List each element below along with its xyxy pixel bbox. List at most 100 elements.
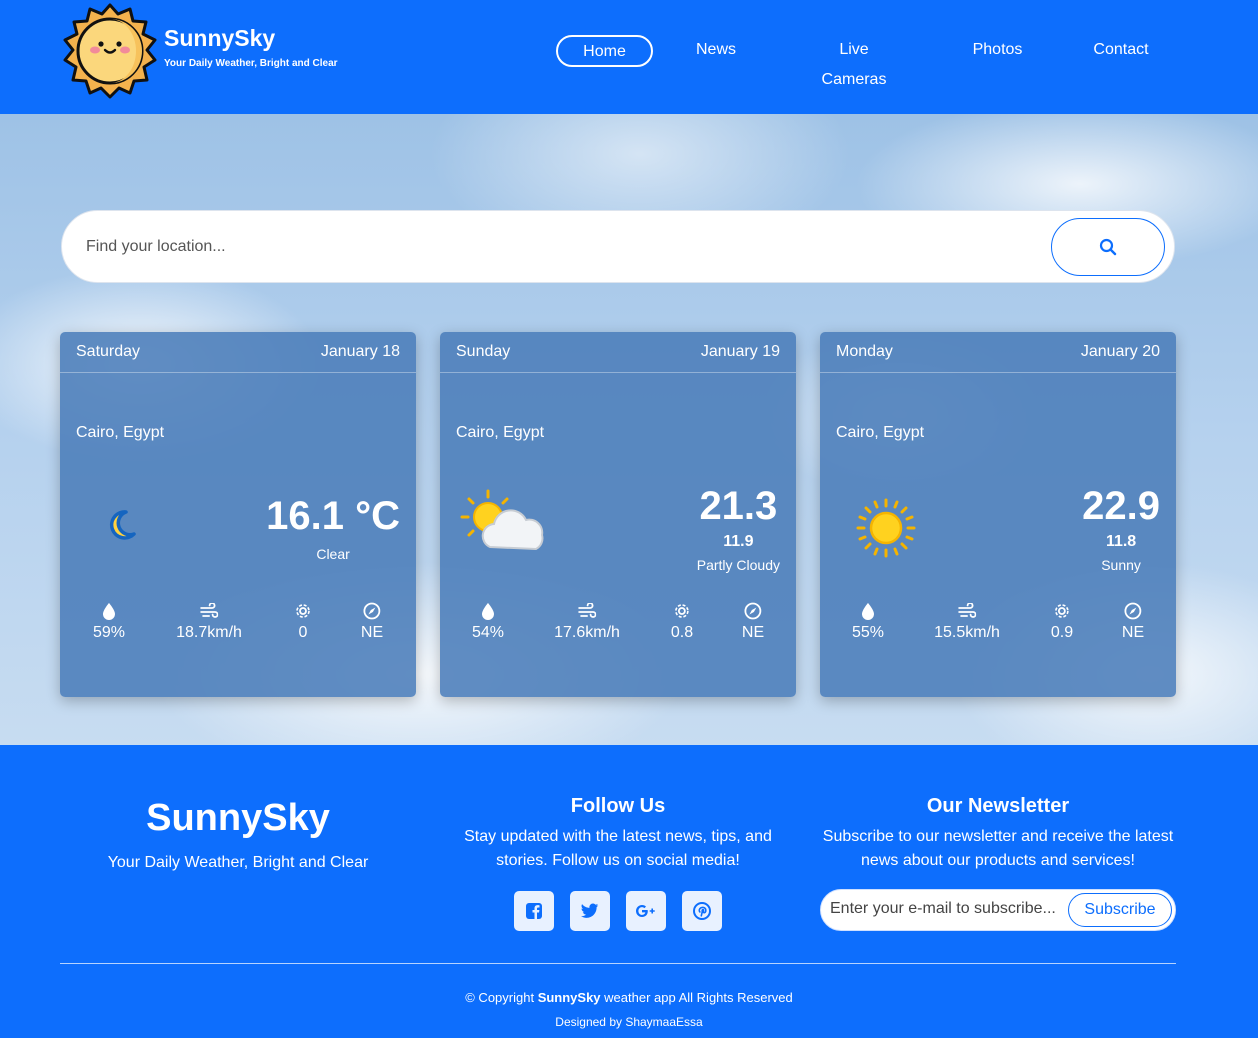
wind-value: 18.7km/h	[176, 624, 242, 641]
humidity-drop-icon	[103, 603, 115, 620]
temperature-block: 22.9 11.8 Sunny	[1082, 486, 1160, 573]
temperature: 16.1 °C	[266, 494, 400, 538]
card-day: Monday	[836, 343, 893, 360]
uv-value: 0	[298, 624, 308, 641]
search-button[interactable]	[1051, 218, 1165, 276]
card-header: Monday January 20	[820, 332, 1176, 373]
stat-humidity: 59%	[93, 601, 125, 642]
follow-text: Stay updated with the latest news, tips,…	[464, 828, 772, 869]
pinterest-button[interactable]	[682, 891, 722, 931]
sun-mascot-logo	[60, 2, 160, 102]
temperature: 21.3	[699, 484, 778, 528]
copyright-prefix: © Copyright	[465, 990, 538, 1005]
footer-newsletter: Our Newsletter Subscribe to our newslett…	[820, 795, 1176, 873]
wind-icon	[578, 603, 596, 618]
wind-icon	[958, 603, 976, 618]
card-day: Sunday	[456, 343, 511, 360]
facebook-button[interactable]	[514, 891, 554, 931]
forecast-card-saturday: Saturday January 18 Cairo, Egypt 16.1 °C…	[60, 332, 416, 697]
compass-icon	[744, 602, 762, 620]
newsletter-title: Our Newsletter	[926, 795, 1070, 817]
nav-news[interactable]: News	[696, 35, 736, 67]
pinterest-icon	[693, 902, 711, 920]
temperature-min: 11.9	[723, 533, 754, 550]
condition: Sunny	[1101, 557, 1141, 573]
card-header: Sunday January 19	[440, 332, 796, 373]
newsletter-form: Subscribe	[820, 889, 1176, 931]
subscribe-button[interactable]: Subscribe	[1068, 893, 1172, 927]
uv-value: 0.8	[670, 624, 694, 641]
twitter-button[interactable]	[570, 891, 610, 931]
stat-direction: NE	[742, 601, 764, 642]
card-date: January 19	[700, 343, 780, 360]
card-location: Cairo, Egypt	[836, 424, 925, 441]
weather-stats: 59% 18.7km/h 0 NE	[60, 601, 416, 651]
stat-humidity: 55%	[852, 601, 884, 642]
copyright-brand: SunnySky	[537, 990, 601, 1005]
card-day: Saturday	[76, 343, 141, 360]
brand-name: SunnySky	[164, 25, 276, 51]
card-date: January 20	[1080, 343, 1160, 360]
nav-contact[interactable]: Contact	[1093, 35, 1149, 67]
humidity-drop-icon	[862, 603, 874, 620]
location-search	[61, 210, 1175, 283]
temperature-min: 11.8	[1105, 533, 1137, 550]
temperature: 22.9	[1082, 484, 1160, 528]
site-header: SunnySky Your Daily Weather, Bright and …	[0, 0, 1258, 114]
main-nav: Home News Live Cameras Photos Contact	[556, 35, 1149, 88]
gear-icon	[1055, 604, 1069, 618]
facebook-icon	[526, 903, 542, 919]
brand-tagline: Your Daily Weather, Bright and Clear	[164, 58, 338, 69]
temperature-block: 16.1 °C Clear	[266, 496, 400, 562]
card-location: Cairo, Egypt	[456, 424, 545, 441]
card-date: January 18	[320, 343, 400, 360]
twitter-icon	[581, 903, 599, 918]
wind-value: 17.6km/h	[554, 624, 620, 641]
site-footer: SunnySky Your Daily Weather, Bright and …	[0, 745, 1258, 1038]
search-icon	[1099, 238, 1117, 256]
stat-wind: 17.6km/h	[554, 601, 620, 642]
stat-uv: 0	[294, 601, 312, 642]
direction-value: NE	[741, 624, 765, 641]
stat-direction: NE	[1122, 601, 1144, 642]
stat-uv: 0.9	[1051, 601, 1073, 642]
location-search-input[interactable]	[86, 231, 986, 263]
direction-value: NE	[360, 624, 384, 641]
gear-icon	[675, 604, 689, 618]
card-location: Cairo, Egypt	[76, 424, 165, 441]
nav-home[interactable]: Home	[556, 35, 653, 67]
stat-humidity: 54%	[472, 601, 504, 642]
stat-wind: 18.7km/h	[176, 601, 242, 642]
direction-value: NE	[1121, 624, 1145, 641]
social-links	[440, 891, 796, 931]
forecast-card-sunday: Sunday January 19 Cairo, Egypt 21.3 11.9…	[440, 332, 796, 697]
uv-value: 0.9	[1050, 624, 1074, 641]
footer-brand: SunnySky Your Daily Weather, Bright and …	[60, 797, 416, 872]
google-plus-button[interactable]	[626, 891, 666, 931]
footer-divider	[60, 963, 1176, 964]
google-plus-icon	[636, 905, 655, 917]
humidity-drop-icon	[482, 603, 494, 620]
humidity-value: 55%	[851, 624, 885, 641]
humidity-value: 59%	[92, 624, 126, 641]
compass-icon	[1124, 602, 1142, 620]
partly-cloudy-icon	[460, 487, 552, 562]
follow-title: Follow Us	[570, 795, 666, 817]
nav-photos[interactable]: Photos	[972, 35, 1023, 67]
newsletter-text: Subscribe to our newsletter and receive …	[822, 828, 1174, 869]
wind-icon	[200, 603, 218, 618]
weather-stats: 55% 15.5km/h 0.9 NE	[820, 601, 1176, 651]
humidity-value: 54%	[471, 624, 505, 641]
card-header: Saturday January 18	[60, 332, 416, 373]
sun-icon	[856, 498, 916, 563]
copyright-suffix: weather app All Rights Reserved	[600, 990, 793, 1005]
designed-by: Designed by ShaymaaEssa	[555, 1015, 703, 1029]
stat-uv: 0.8	[671, 601, 693, 642]
temperature-block: 21.3 11.9 Partly Cloudy	[697, 486, 780, 573]
weather-stats: 54% 17.6km/h 0.8 NE	[440, 601, 796, 651]
brand[interactable]: SunnySky Your Daily Weather, Bright and …	[60, 2, 338, 102]
footer-brand-tagline: Your Daily Weather, Bright and Clear	[107, 854, 369, 871]
email-field[interactable]	[830, 900, 1060, 918]
condition: Partly Cloudy	[696, 557, 780, 573]
nav-live-cameras[interactable]: Live Cameras	[806, 35, 902, 88]
